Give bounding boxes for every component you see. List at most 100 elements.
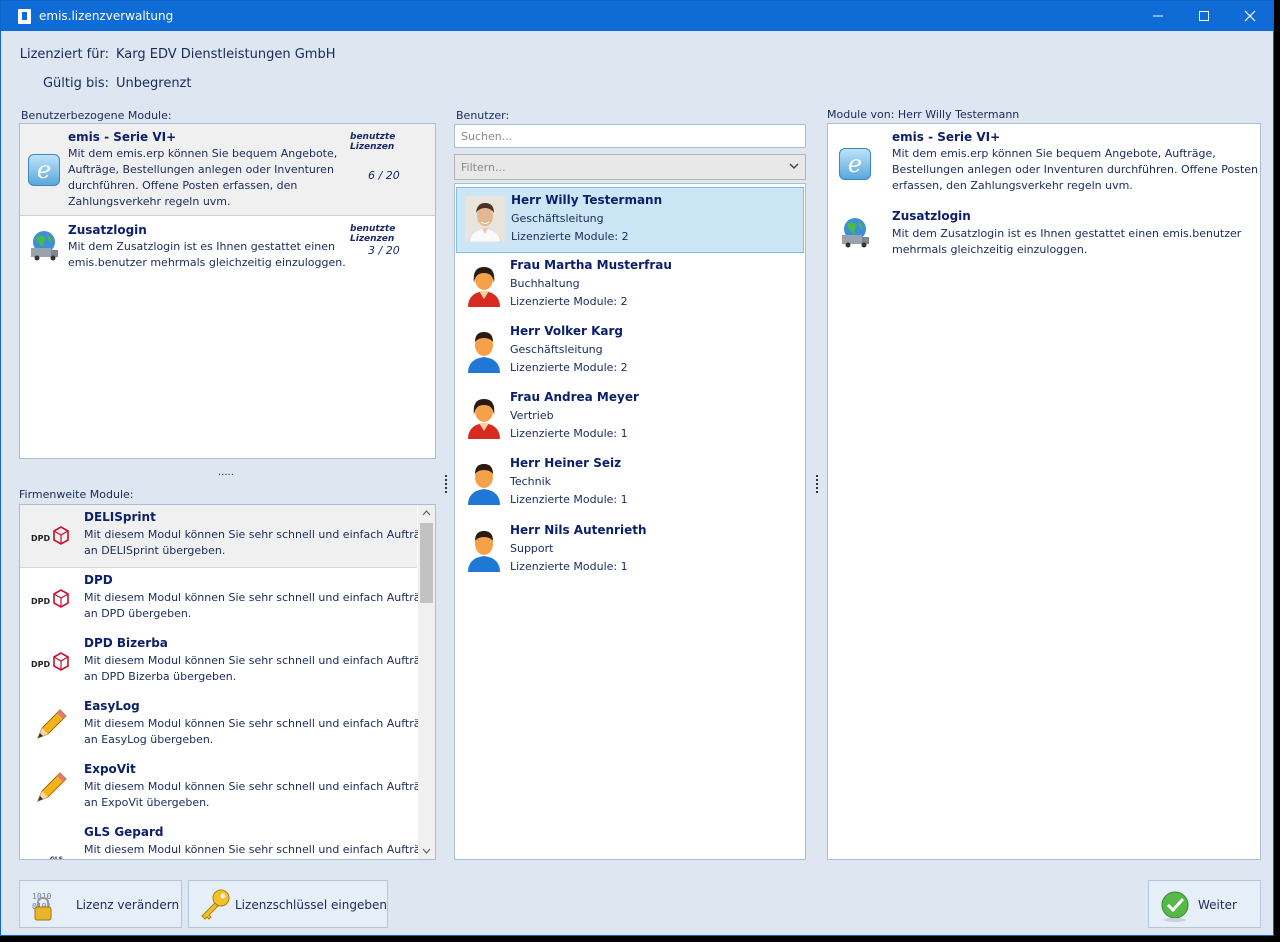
user-licensed-modules: Lizenzierte Module: 2 [511,230,629,243]
company-module-title: ExpoVit [84,762,136,776]
checkmark-icon [1161,891,1189,922]
company-modules-scrollbar[interactable] [418,505,435,859]
next-label: Weiter [1198,898,1237,912]
user-name: Herr Nils Autenrieth [510,523,647,537]
user-role: Support [510,542,554,555]
user-detail-module-emis[interactable]: e emis - Serie VI+ Mit dem emis.erp könn… [828,124,1260,204]
company-module-item[interactable]: GLS GLS Gepard Mit diesem Modul können S… [20,820,427,859]
licensed-for-label: Lizenziert für: [19,47,109,62]
main-window: emis.lizenzverwaltung Lizenziert für: Ka… [0,0,1274,936]
user-licensed-modules: Lizenzierte Module: 1 [510,560,628,573]
module-description: Mit dem emis.erp können Sie bequem Angeb… [68,147,338,208]
app-icon [18,9,31,24]
emis-e-icon: e [839,148,871,180]
module-description: Mit dem emis.erp können Sie bequem Angeb… [892,147,1258,192]
used-licenses-value: 6 / 20 [368,169,400,182]
user-item[interactable]: Herr Volker Karg Geschäftsleitung Lizenz… [456,319,804,383]
pencil-icon [37,709,67,739]
scroll-thumb[interactable] [420,523,433,603]
globe-truck-icon [842,218,869,248]
user-detail-modules-list[interactable]: e emis - Serie VI+ Mit dem emis.erp könn… [827,123,1261,860]
right-vertical-splitter[interactable] [816,475,819,495]
licensed-for-value: Karg EDV Dienstleistungen GmbH [116,47,336,62]
minimize-button[interactable] [1135,1,1181,31]
user-licensed-modules: Lizenzierte Module: 1 [510,493,628,506]
user-name: Herr Volker Karg [510,324,623,338]
maximize-icon [1199,11,1209,21]
company-module-item[interactable]: ExpoVit Mit diesem Modul können Sie sehr… [20,757,427,820]
change-license-button[interactable]: 1010 0101 Lizenz verändern [19,880,182,928]
user-detail-module-zusatzlogin[interactable]: Zusatzlogin Mit dem Zusatzlogin ist es I… [828,204,1260,264]
male-user-icon [468,531,500,572]
valid-until-value: Unbegrenzt [116,76,192,91]
binary-lock-icon: 1010 0101 [32,892,52,921]
company-modules-list[interactable]: DPD DELISprint Mit diesem Modul können S… [19,504,436,860]
company-module-item[interactable]: DPD DPD Mit diesem Modul können Sie sehr… [20,568,427,631]
company-modules-label: Firmenweite Module: [19,488,134,501]
filter-placeholder: Filtern... [461,161,506,174]
female-user-icon [468,399,500,439]
user-modules-list[interactable]: e emis - Serie VI+ Mit dem emis.erp könn… [19,123,436,459]
used-licenses-label: benutzte Lizenzen [350,224,396,244]
company-module-item[interactable]: EasyLog Mit diesem Modul können Sie sehr… [20,694,427,757]
module-title: emis - Serie VI+ [68,130,177,144]
company-module-description: Mit diesem Modul können Sie sehr schnell… [84,654,428,683]
module-title: emis - Serie VI+ [892,130,1001,144]
module-item-emis[interactable]: e emis - Serie VI+ Mit dem emis.erp könn… [20,124,435,216]
user-name: Frau Martha Musterfrau [510,258,672,272]
user-role: Geschäftsleitung [510,343,603,356]
used-licenses-value: 3 / 20 [368,244,400,257]
user-detail-label: Module von: Herr Willy Testermann [827,108,1020,121]
user-licensed-modules: Lizenzierte Module: 1 [510,427,628,440]
next-button[interactable]: Weiter [1148,880,1261,928]
user-licensed-modules: Lizenzierte Module: 2 [510,361,628,374]
users-label: Benutzer: [456,109,510,122]
users-list[interactable]: Herr Willy Testermann Geschäftsleitung L… [454,183,806,860]
male-user-icon [468,464,500,505]
enter-license-key-label: Lizenzschlüssel eingeben [235,898,387,912]
scroll-down-icon [422,848,431,854]
chevron-down-icon [789,163,799,169]
company-module-item[interactable]: DPD DPD Bizerba Mit diesem Modul können … [20,631,427,694]
svg-text:DPD: DPD [31,534,51,543]
female-user-icon [468,267,500,307]
minimize-icon [1153,15,1163,17]
company-module-item[interactable]: DPD DELISprint Mit diesem Modul können S… [20,505,427,568]
title-bar[interactable]: emis.lizenzverwaltung [1,1,1273,31]
user-item[interactable]: Herr Heiner Seiz Technik Lizenzierte Mod… [456,451,804,515]
company-module-description: Mit diesem Modul können Sie sehr schnell… [84,528,428,557]
user-role: Buchhaltung [510,277,580,290]
horizontal-splitter[interactable]: ..... [218,467,234,478]
user-item[interactable]: Herr Willy Testermann Geschäftsleitung L… [456,187,804,253]
valid-until-label: Gültig bis: [42,76,109,91]
user-filter-dropdown[interactable]: Filtern... [454,154,806,180]
close-icon [1244,10,1256,22]
dpd-icon: DPD [31,526,69,545]
user-item[interactable]: Herr Nils Autenrieth Support Lizenzierte… [456,518,804,582]
scroll-up-icon [422,510,431,516]
company-module-title: GLS Gepard [84,825,164,839]
user-photo-avatar [465,196,505,242]
module-item-zusatzlogin[interactable]: Zusatzlogin Mit dem Zusatzlogin ist es I… [20,217,435,277]
maximize-button[interactable] [1181,1,1227,31]
company-module-description: Mit diesem Modul können Sie sehr schnell… [84,780,428,809]
emis-e-icon: e [28,154,60,186]
left-vertical-splitter[interactable] [445,475,448,495]
globe-truck-icon [31,231,58,261]
user-search-input[interactable]: Suchen... [454,124,806,148]
user-item[interactable]: Frau Martha Musterfrau Buchhaltung Lizen… [456,253,804,317]
svg-text:1010: 1010 [32,892,51,901]
company-module-description: Mit diesem Modul können Sie sehr schnell… [84,591,428,620]
user-role: Vertrieb [510,409,554,422]
enter-license-key-button[interactable]: Lizenzschlüssel eingeben [188,880,388,928]
pencil-icon [37,772,67,802]
company-module-description: Mit diesem Modul können Sie sehr schnell… [84,843,428,856]
window-title: emis.lizenzverwaltung [39,9,174,23]
gls-icon: GLS [50,856,63,859]
user-item[interactable]: Frau Andrea Meyer Vertrieb Lizenzierte M… [456,385,804,449]
user-modules-label: Benutzerbezogene Module: [21,109,172,122]
company-module-title: DPD Bizerba [84,636,168,650]
close-button[interactable] [1227,1,1273,31]
user-role: Technik [510,475,552,488]
module-title: Zusatzlogin [892,209,971,223]
